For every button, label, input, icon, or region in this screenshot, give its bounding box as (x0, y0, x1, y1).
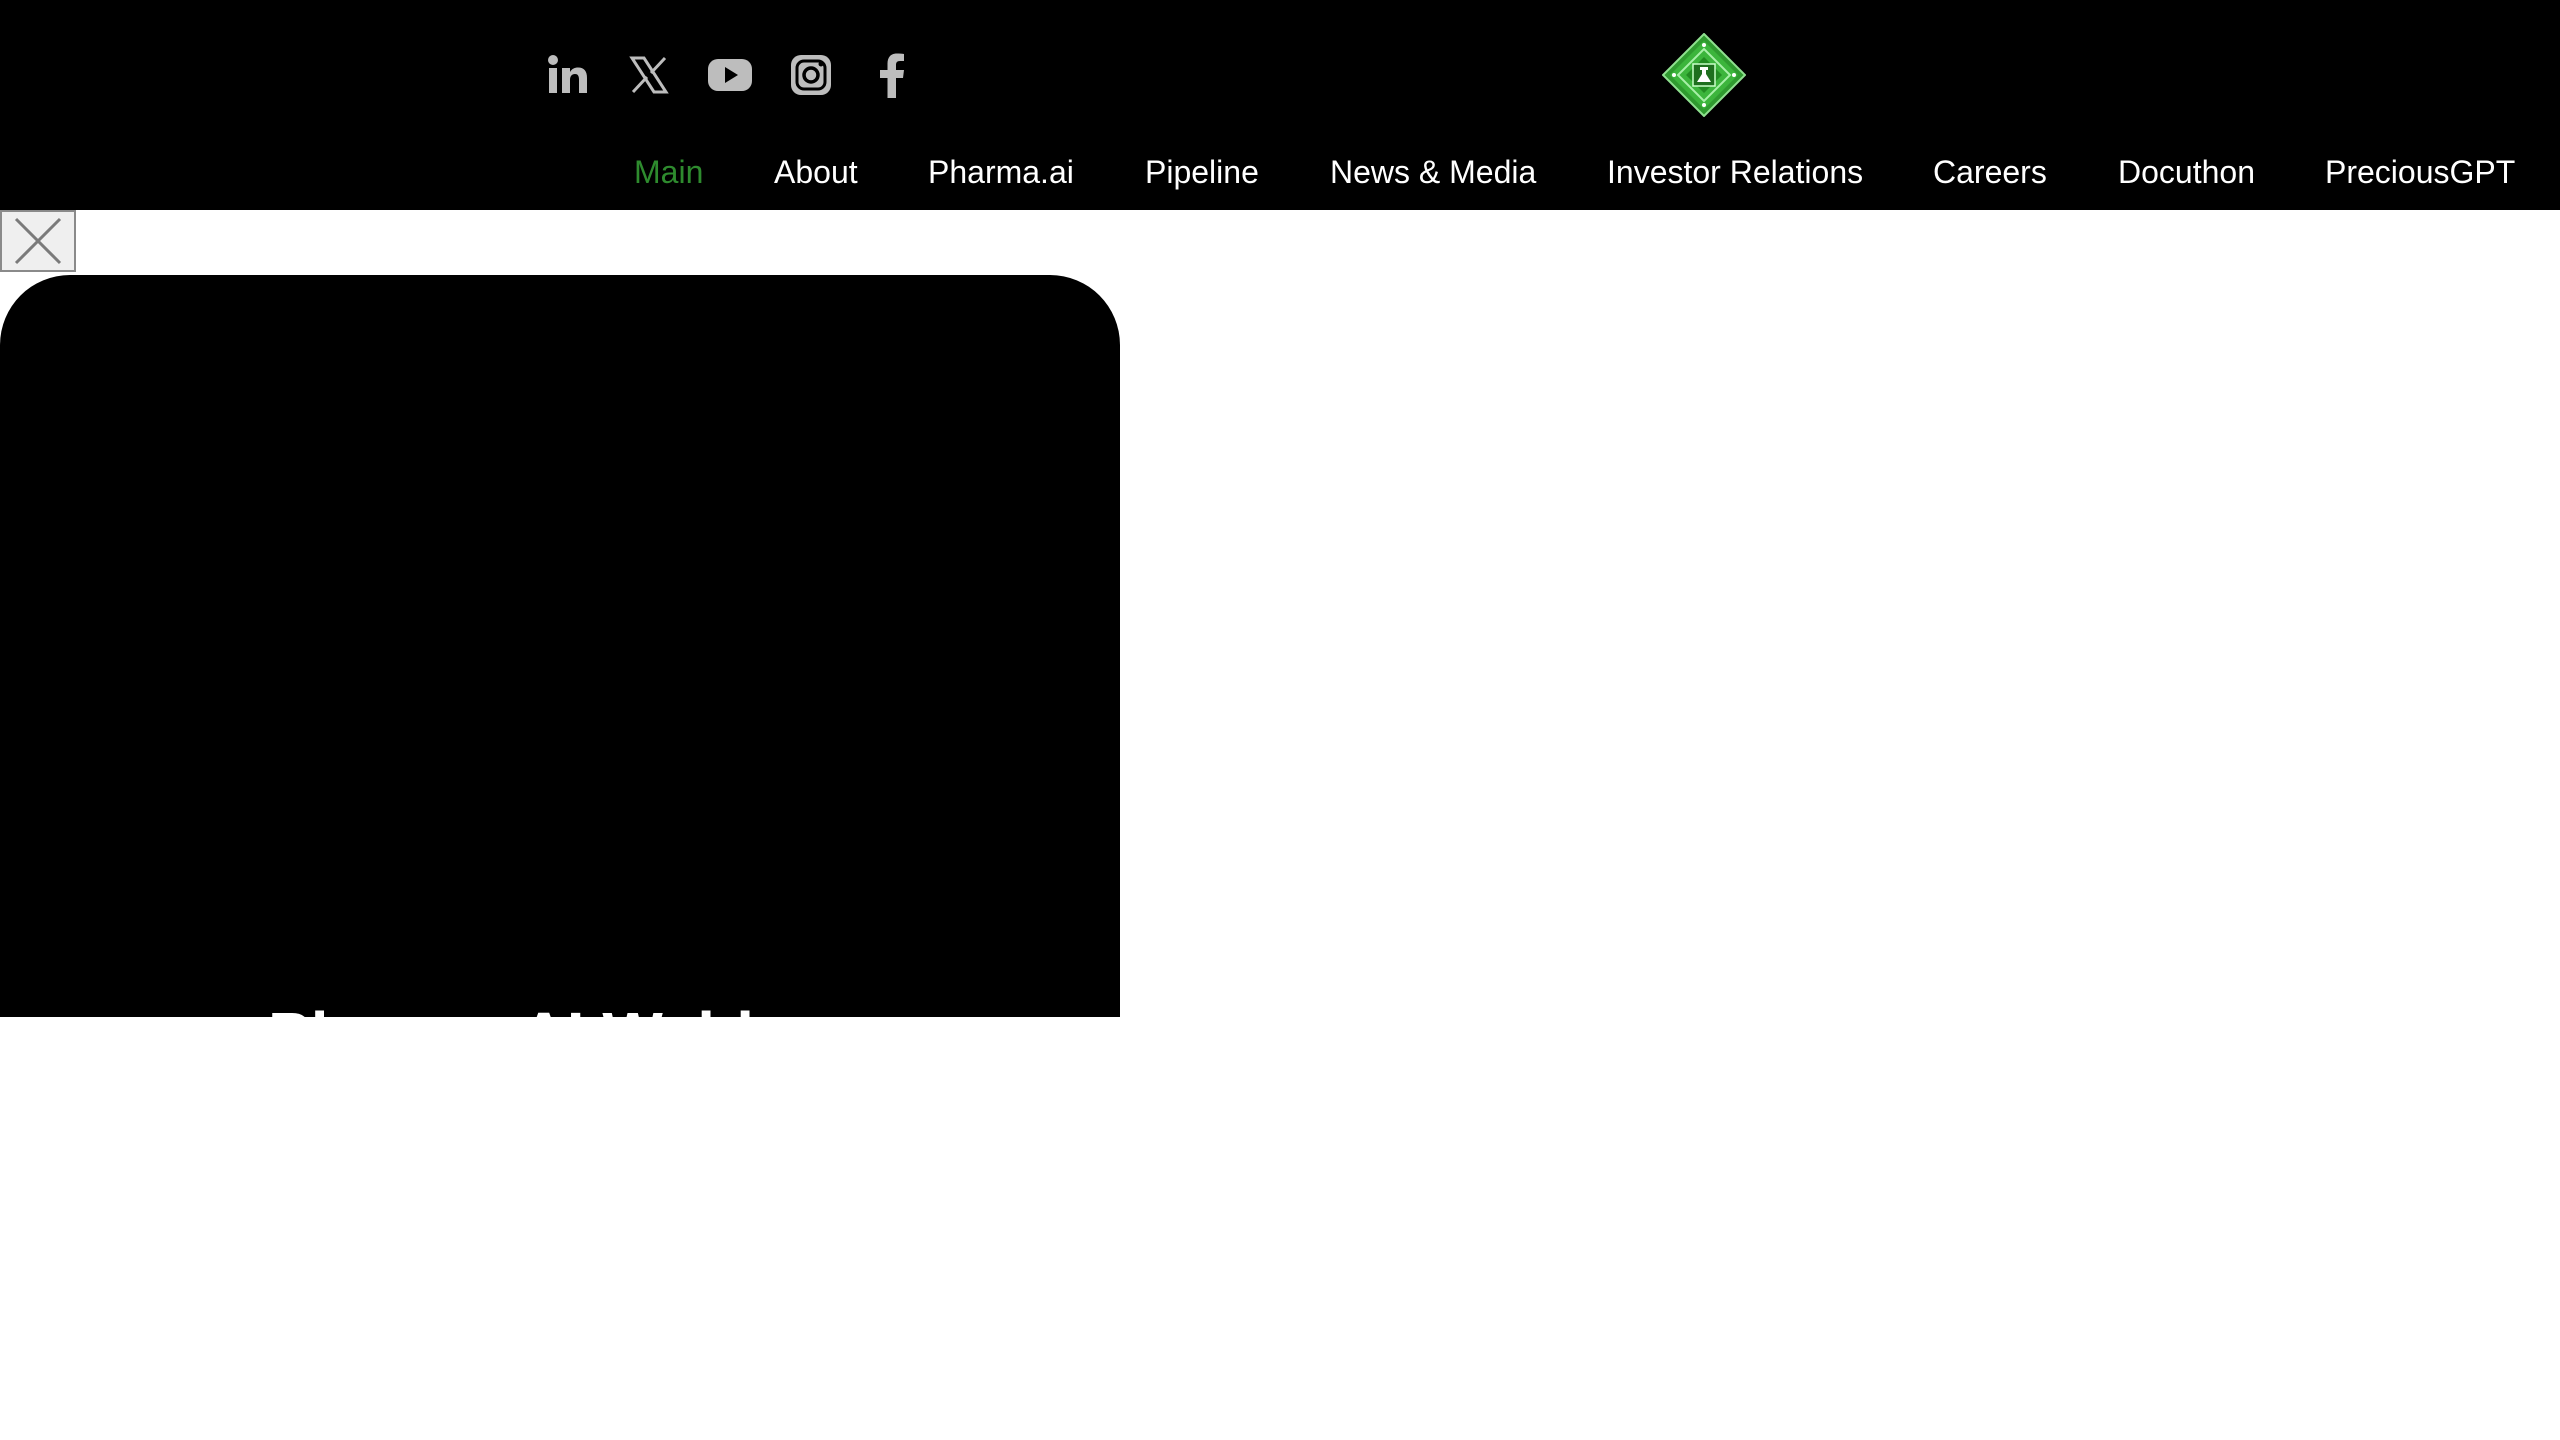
x-twitter-icon (629, 56, 669, 94)
youtube-icon (708, 59, 752, 91)
youtube-link[interactable] (707, 52, 753, 98)
nav-item-about[interactable]: About (774, 148, 858, 196)
nav-item-preciousgpt[interactable]: PreciousGPT (2325, 148, 2515, 196)
nav-item-careers[interactable]: Careers (1933, 148, 2047, 196)
nav-item-investor-relations[interactable]: Investor Relations (1607, 148, 1863, 196)
linkedin-link[interactable] (545, 52, 591, 98)
site-header: Main About Pharma.ai Pipeline News & Med… (0, 0, 2560, 210)
nav-item-pipeline[interactable]: Pipeline (1145, 148, 1259, 196)
social-links (545, 52, 950, 98)
webinar-popup-card: Pharma.AI Webinar (0, 275, 1120, 1017)
instagram-icon (791, 55, 831, 95)
nav-item-pharma-ai[interactable]: Pharma.ai (928, 148, 1074, 196)
facebook-icon (880, 53, 904, 98)
x-twitter-link[interactable] (626, 52, 672, 98)
insilico-diamond-logo (1661, 32, 1747, 118)
nav-item-main[interactable]: Main (634, 148, 703, 196)
instagram-link[interactable] (788, 52, 834, 98)
close-popup-button[interactable] (0, 210, 76, 272)
main-nav: Main About Pharma.ai Pipeline News & Med… (0, 148, 2560, 196)
facebook-link[interactable] (869, 52, 915, 98)
nav-item-news-media[interactable]: News & Media (1330, 148, 1536, 196)
linkedin-icon (548, 55, 587, 93)
hero-title: Pharma.AI Webinar (268, 995, 854, 1017)
site-logo[interactable] (1661, 32, 1747, 118)
nav-item-docuthon[interactable]: Docuthon (2118, 148, 2255, 196)
close-icon (14, 217, 62, 265)
